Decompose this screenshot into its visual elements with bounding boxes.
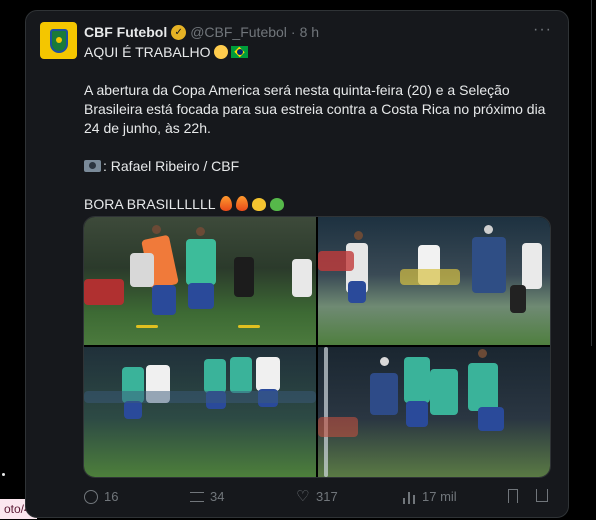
bookmark-button[interactable]	[508, 489, 518, 503]
like-count: 317	[316, 489, 338, 504]
tweet-line-3-text: : Rafael Ribeiro / CBF	[103, 158, 240, 174]
tweet-line-1: AQUI É TRABALHO	[84, 43, 554, 62]
cbf-crest-icon	[49, 28, 68, 53]
author-name[interactable]: CBF Futebol	[84, 24, 167, 40]
training-photo-4[interactable]	[318, 347, 550, 477]
tweet-line-2: A abertura da Copa America será nesta qu…	[84, 82, 546, 136]
brazil-flag-icon	[230, 46, 248, 58]
reply-button[interactable]: 16	[84, 489, 118, 504]
reply-count: 16	[104, 489, 119, 504]
more-options-icon[interactable]: ···	[533, 21, 552, 39]
tweet-line-4: BORA BRASILLLLLL	[84, 195, 554, 214]
tweet-time[interactable]: 8 h	[300, 24, 319, 40]
views-count: 17 mil	[422, 489, 457, 504]
retweet-count: 34	[210, 489, 225, 504]
heart-icon: ♡	[296, 487, 310, 505]
fire-emoji-icon	[235, 196, 248, 211]
tweet-line-4-text: BORA BRASILLLLLL	[84, 196, 216, 212]
like-button[interactable]: ♡ 317	[296, 487, 338, 505]
views-button[interactable]: 17 mil	[402, 489, 457, 504]
retweet-button[interactable]: 34	[190, 489, 224, 504]
yellow-heart-icon	[251, 198, 266, 211]
tweet-card[interactable]: CBF Futebol ✓ @CBF_Futebol · 8 h ··· AQU…	[25, 10, 569, 518]
avatar[interactable]	[40, 22, 77, 59]
sidebar-dot	[2, 473, 5, 476]
right-scroll-edge	[591, 0, 596, 346]
author-handle[interactable]: @CBF_Futebol	[190, 24, 287, 40]
tweet-line-1-text: AQUI É TRABALHO	[84, 44, 211, 60]
share-icon	[536, 489, 548, 502]
views-chart-icon	[402, 490, 416, 504]
retweet-icon	[190, 491, 204, 502]
green-heart-icon	[269, 198, 284, 211]
share-button[interactable]	[536, 489, 548, 502]
tweet-text: AQUI É TRABALHO A abertura da Copa Ameri…	[84, 43, 554, 214]
media-grid	[83, 216, 551, 478]
training-photo-3[interactable]	[84, 347, 316, 477]
bookmark-icon	[508, 489, 518, 503]
tweet-actions: 16 34 ♡ 317 17 mil	[84, 489, 554, 509]
tweet-line-3: : Rafael Ribeiro / CBF	[84, 157, 554, 176]
training-photo-1[interactable]	[84, 217, 316, 345]
camera-icon	[84, 160, 101, 172]
smiling-face-emoji-icon	[213, 45, 228, 59]
header-separator: ·	[290, 24, 296, 40]
reply-icon	[84, 489, 98, 504]
tweet-header: CBF Futebol ✓ @CBF_Futebol · 8 h	[84, 24, 319, 40]
fire-emoji-icon	[219, 196, 232, 211]
training-photo-2[interactable]	[318, 217, 550, 345]
left-edge	[0, 0, 10, 520]
verified-badge-icon: ✓	[171, 24, 187, 40]
